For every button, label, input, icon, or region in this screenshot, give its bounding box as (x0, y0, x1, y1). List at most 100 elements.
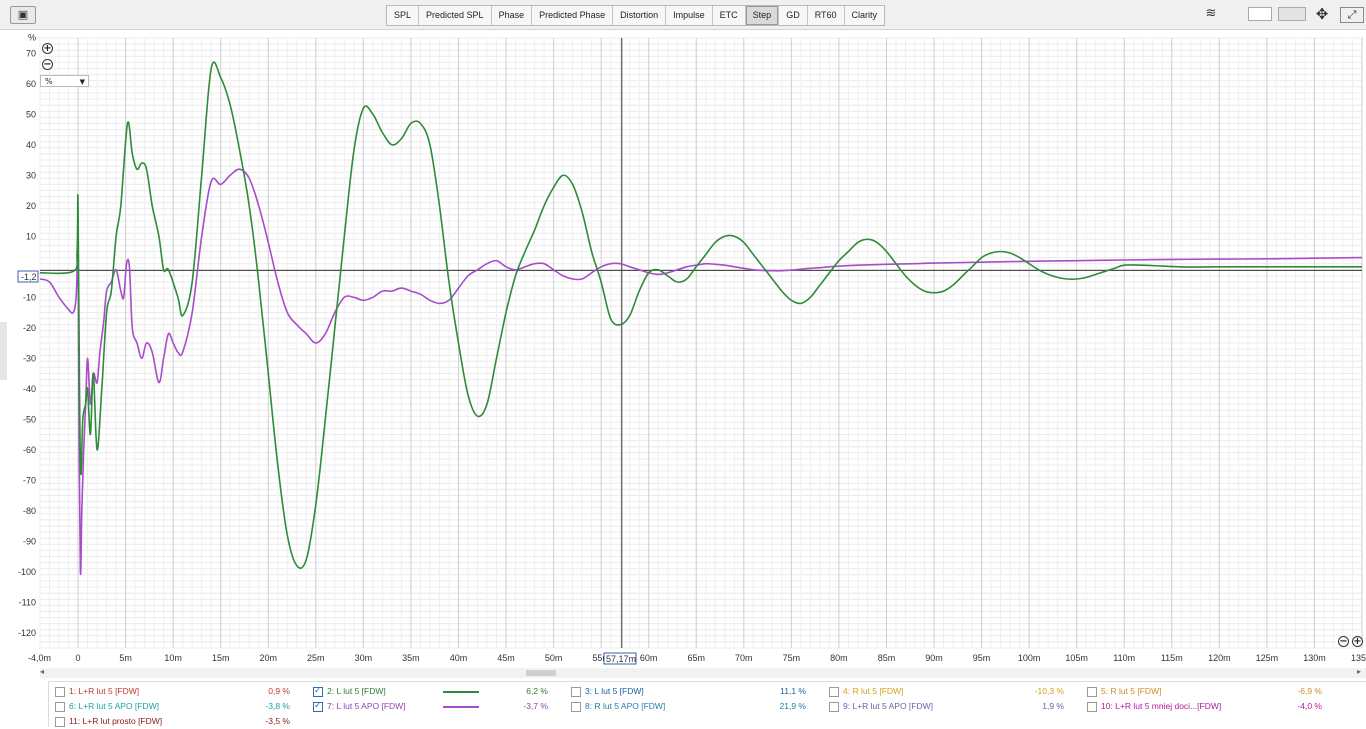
y-tick-label: 40 (26, 140, 36, 150)
legend-checkbox[interactable] (571, 687, 581, 697)
legend-checkbox[interactable] (55, 702, 65, 712)
legend-checkbox[interactable] (1087, 702, 1097, 712)
legend-entry[interactable]: 11: L+R lut prosto [FDW] -3,5 % (55, 715, 305, 729)
x-tick-label: 35m (402, 653, 420, 663)
zoom-out-x-button[interactable]: − (1338, 636, 1349, 647)
x-tick-label: 105m (1065, 653, 1088, 663)
legend-label: 11: L+R lut prosto [FDW] (69, 716, 163, 726)
y-tick-label: -30 (23, 353, 36, 363)
legend-value: -4,0 % (1297, 701, 1322, 711)
legend-checkbox[interactable] (571, 702, 581, 712)
tab-rt60[interactable]: RT60 (808, 6, 845, 25)
legend-checkbox[interactable] (55, 687, 65, 697)
scrollbar-thumb[interactable] (526, 670, 556, 676)
y-tick-label: -80 (23, 506, 36, 516)
x-tick-label: 65m (687, 653, 705, 663)
legend-entry[interactable]: 4: R lut 5 [FDW] -10,3 % (829, 685, 1079, 699)
zoom-in-y-button[interactable]: + (42, 43, 53, 54)
x-tick-label: 75m (783, 653, 801, 663)
legend-entry[interactable]: 10: L+R lut 5 mniej doci...[FDW] -4,0 % (1087, 700, 1337, 714)
cursor-y-readout: -1,2 (17, 270, 39, 283)
legend-entry[interactable]: 3: L lut 5 [FDW] 11,1 % (571, 685, 821, 699)
camera-icon[interactable]: ▣ (10, 6, 36, 24)
y-tick-label: 70 (26, 48, 36, 58)
zoom-in-x-button[interactable]: + (1352, 636, 1363, 647)
tab-impulse[interactable]: Impulse (666, 6, 713, 25)
multi-pane-icon[interactable] (1278, 7, 1306, 21)
legend-value: 0,9 % (268, 686, 290, 696)
legend-label: 1: L+R lut 5 [FDW] (69, 686, 140, 696)
zoom-out-y-button[interactable]: − (42, 59, 53, 70)
y-tick-label: 50 (26, 109, 36, 119)
y-tick-label: 10 (26, 231, 36, 241)
x-tick-label: 135 (1351, 653, 1366, 663)
legend-swatch (443, 706, 479, 708)
tab-spl[interactable]: SPL (387, 6, 420, 25)
legend-checkbox[interactable] (829, 687, 839, 697)
legend-panel: 1: L+R lut 5 [FDW] 0,9 % 2: L lut 5 [FDW] 6… (48, 681, 1366, 727)
legend-value: 6,2 % (526, 686, 548, 696)
x-tick-label: 110m (1113, 653, 1135, 663)
horizontal-scrollbar[interactable] (40, 668, 1366, 678)
legend-label: 2: L lut 5 [FDW] (327, 686, 386, 696)
y-axis-ticks: 70 60 50 40 30 20 10 -10 -20 -30 -40 -50 -60 -70 -80 -9… (18, 48, 36, 638)
tab-predicted-spl[interactable]: Predicted SPL (419, 6, 492, 25)
tab-step[interactable]: Step (745, 6, 780, 25)
x-tick-label: 115m (1161, 653, 1183, 663)
y-tick-label: -70 (23, 475, 36, 485)
legend-entry[interactable]: 2: L lut 5 [FDW] 6,2 % (313, 685, 563, 699)
x-tick-label: -4,0m (28, 653, 51, 663)
x-tick-label: 130m (1303, 653, 1326, 663)
x-tick-label: 50m (545, 653, 563, 663)
legend-entry[interactable]: 9: L+R lut 5 APO [FDW] 1,9 % (829, 700, 1079, 714)
y-tick-label: -100 (18, 567, 36, 577)
x-tick-label: 30m (355, 653, 373, 663)
legend-label: 3: L lut 5 [FDW] (585, 686, 644, 696)
x-tick-label: 100m (1018, 653, 1041, 663)
tab-etc[interactable]: ETC (713, 6, 746, 25)
legend-checkbox[interactable] (1087, 687, 1097, 697)
legend-checkbox[interactable] (829, 702, 839, 712)
x-tick-label: 40m (450, 653, 468, 663)
x-tick-label: 125m (1256, 653, 1279, 663)
x-tick-label: 95m (973, 653, 991, 663)
tab-distortion[interactable]: Distortion (613, 6, 667, 25)
x-tick-label: 85m (878, 653, 896, 663)
step-chart[interactable]: 70 60 50 40 30 20 10 -10 -20 -30 -40 -50 -60 -70 -80 -9… (0, 30, 1366, 668)
y-tick-label: -40 (23, 384, 36, 394)
x-tick-label: 10m (164, 653, 182, 663)
legend-label: 4: R lut 5 [FDW] (843, 686, 904, 696)
legend-label: 9: L+R lut 5 APO [FDW] (843, 701, 933, 711)
legend-label: 10: L+R lut 5 mniej doci...[FDW] (1101, 701, 1222, 711)
legend-entry[interactable]: 7: L lut 5 APO [FDW] -3,7 % (313, 700, 563, 714)
single-pane-icon[interactable] (1248, 7, 1272, 21)
legend-entry[interactable]: 6: L+R lut 5 APO [FDW] -3,8 % (55, 700, 305, 714)
tab-predicted-phase[interactable]: Predicted Phase (532, 6, 614, 25)
x-tick-label: 120m (1208, 653, 1231, 663)
x-tick-label: 15m (212, 653, 230, 663)
legend-checkbox[interactable] (313, 700, 323, 712)
unit-select[interactable]: % ▼ (40, 75, 89, 87)
scroll-right-arrow-icon[interactable]: ▸ (1357, 667, 1361, 676)
scroll-left-arrow-icon[interactable]: ◂ (40, 667, 44, 676)
legend-value: -3,5 % (265, 716, 290, 726)
x-tick-label: 90m (925, 653, 943, 663)
legend-checkbox[interactable] (313, 685, 323, 697)
legend-entry[interactable]: 1: L+R lut 5 [FDW] 0,9 % (55, 685, 305, 699)
legend-value: -3,8 % (265, 701, 290, 711)
toolbar: ▣ SPL Predicted SPL Phase Predicted Phase Di… (0, 0, 1366, 30)
tab-gd[interactable]: GD (779, 6, 808, 25)
move-arrows-icon[interactable]: ✥ (1309, 6, 1335, 22)
x-tick-label: 60m (640, 653, 658, 663)
tab-phase[interactable]: Phase (492, 6, 533, 25)
legend-entry[interactable]: 5: R lut 5 [FDW] -6,9 % (1087, 685, 1337, 699)
y-tick-label: -60 (23, 445, 36, 455)
fullscreen-icon[interactable]: ⤢ (1340, 7, 1364, 23)
legend-label: 7: L lut 5 APO [FDW] (327, 701, 406, 711)
x-tick-label: 80m (830, 653, 848, 663)
legend-entry[interactable]: 8: R lut 5 APO [FDW] 21,9 % (571, 700, 821, 714)
x-tick-label: 45m (497, 653, 515, 663)
overlay-icon[interactable]: ≋ (1197, 6, 1225, 22)
tab-clarity[interactable]: Clarity (845, 6, 885, 25)
legend-swatch (443, 691, 479, 693)
